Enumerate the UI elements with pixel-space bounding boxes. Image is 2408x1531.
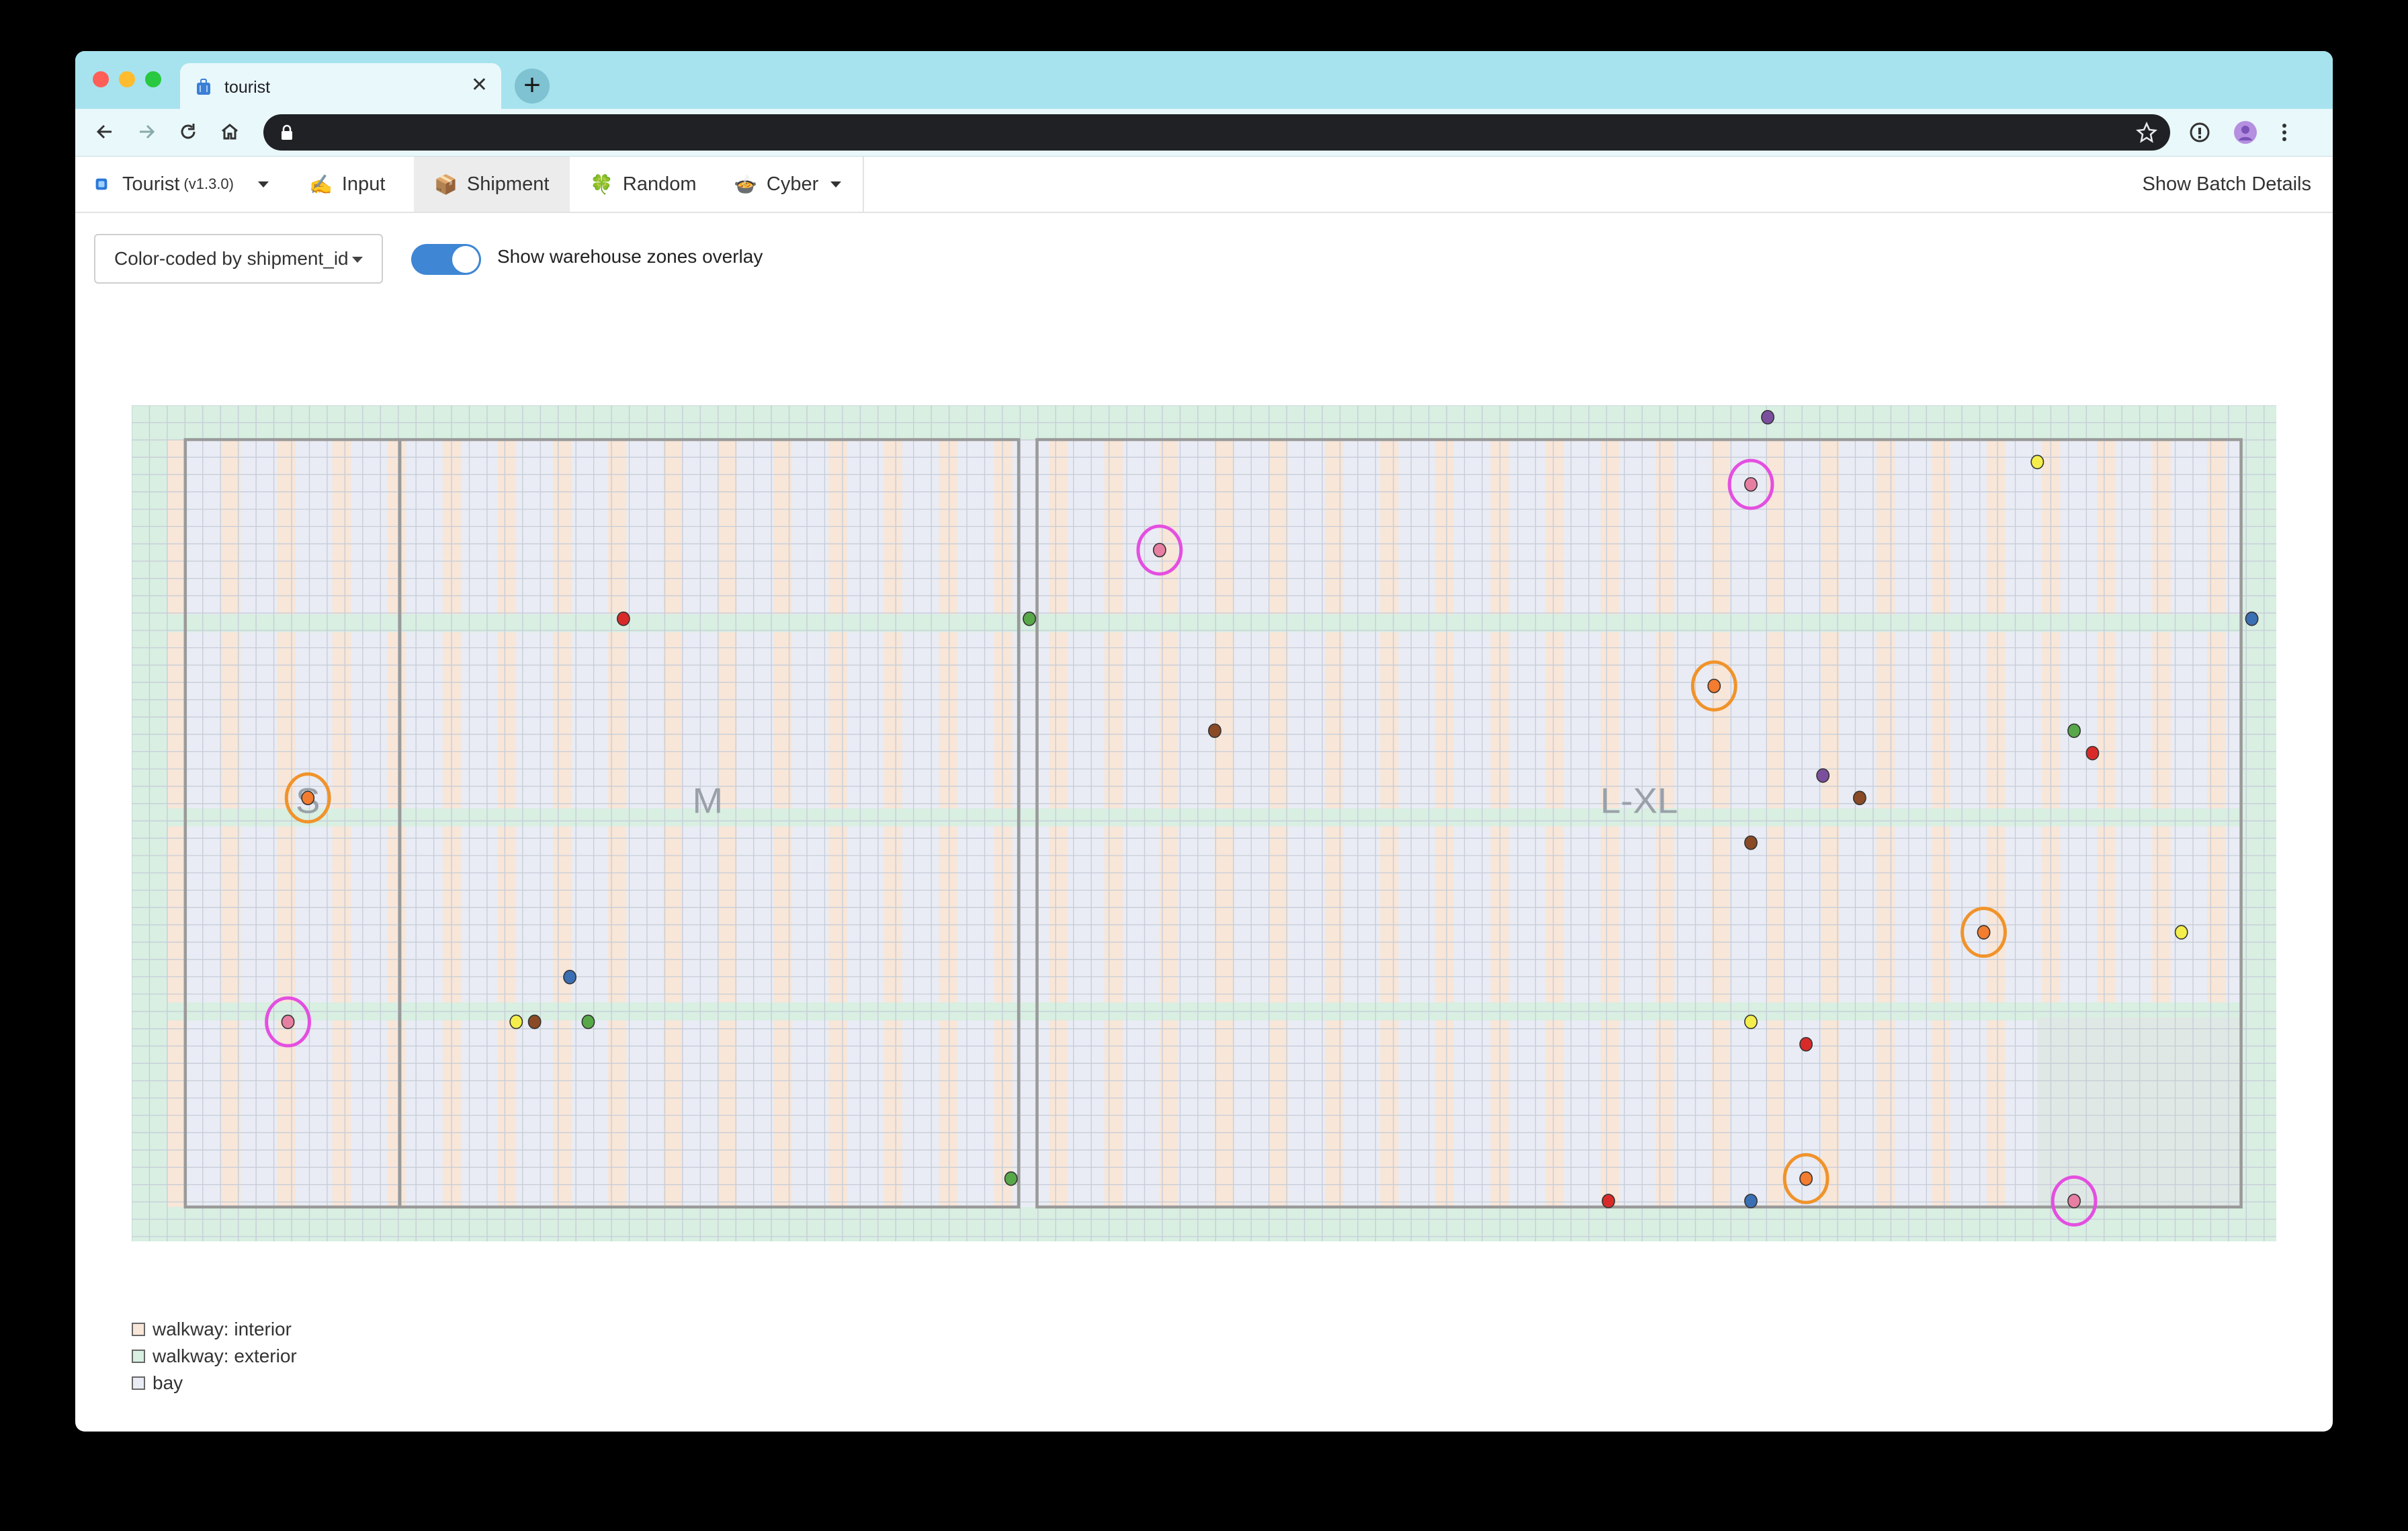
shipment-marker [616,611,630,626]
cross-walkway [167,808,2241,827]
cross-walkway [167,614,2241,632]
shipment-marker [527,1014,542,1030]
shipment-marker [2174,925,2188,940]
shipment-marker [2067,723,2081,739]
legend-swatch [132,1323,145,1336]
new-tab-button[interactable]: + [515,69,550,104]
shipment-marker [2245,611,2259,626]
window-zoom-button[interactable] [145,71,161,87]
shipment-marker [281,1014,295,1030]
shipment-marker [1799,1036,1813,1052]
lock-icon [282,124,292,140]
brand-label: Tourist [122,173,180,195]
legend-label: bay [153,1372,183,1393]
color-code-select[interactable]: Color-coded by shipment_id [94,234,383,284]
browser-tab[interactable]: tourist ✕ [180,63,501,109]
zone-label-lxl: L-XL [1600,781,1678,821]
warehouse-zones-toggle-label: Show warehouse zones overlay [497,246,763,267]
shipment-marker [1707,678,1721,694]
browser-window: tourist ✕ + Tourist (v1.3.0) ✍️ Input 📦 … [75,51,2333,1432]
shipment-marker [1023,611,1036,626]
shipment-marker [1799,1171,1813,1186]
shipment-marker [1852,790,1866,806]
shipment-marker [1744,1194,1758,1208]
clover-icon: 🍀 [590,173,613,195]
tab-random[interactable]: 🍀 Random [570,157,714,212]
extension-icon[interactable] [2186,119,2213,146]
warehouse-zones-toggle[interactable] [411,244,481,275]
chevron-down-icon [258,181,269,188]
app-logo-icon [95,178,108,190]
legend-swatch [132,1376,145,1390]
brand-version: (v1.3.0) [183,175,234,192]
tab-random-label: Random [622,173,697,195]
legend-item-interior: walkway: interior [132,1316,297,1343]
window-close-button[interactable] [93,71,109,87]
shipment-marker [1761,409,1774,425]
back-icon[interactable] [93,120,117,144]
map-legend: walkway: interior walkway: exterior bay [132,1316,297,1397]
address-bar[interactable] [263,114,2170,151]
tab-input-label: Input [341,173,386,195]
shipment-marker [1602,1194,1615,1208]
legend-label: walkway: interior [153,1319,292,1339]
shipment-marker [1152,542,1166,558]
chevron-down-icon [352,257,363,263]
shipment-marker [1744,477,1758,492]
shipment-marker [1004,1171,1018,1186]
shipment-marker [301,790,315,806]
zone-label-m: M [692,781,723,821]
color-code-select-value: Color-coded by shipment_id [114,248,349,269]
shipment-marker [563,970,576,985]
home-icon[interactable] [218,120,242,144]
tab-input[interactable]: ✍️ Input [289,157,414,212]
shipment-marker [1744,835,1758,850]
shipment-marker [1744,1014,1758,1030]
window-minimize-button[interactable] [119,71,135,87]
package-icon: 📦 [434,173,458,195]
reload-icon[interactable] [176,120,200,144]
warehouse-map[interactable]: S M L-XL [132,405,2276,1241]
legend-item-exterior: walkway: exterior [132,1343,297,1370]
star-icon[interactable] [2135,121,2158,144]
browser-toolbar [75,109,2333,157]
tab-cyber-label: Cyber [766,173,819,195]
shipment-marker [2030,454,2045,470]
shipment-marker [509,1014,523,1030]
tab-shipment-label: Shipment [466,173,550,195]
tab-shipment[interactable]: 📦 Shipment [414,157,570,212]
close-icon[interactable]: ✕ [471,75,488,95]
legend-item-bay: bay [132,1370,297,1397]
suitcase-icon [197,79,210,95]
shipment-marker [1816,768,1830,783]
shipment-marker [1977,925,1991,940]
shipment-marker [2067,1194,2081,1208]
walkway-bands [132,405,2276,1241]
pot-icon: 🍲 [734,173,757,195]
nav-brand-dropdown[interactable]: Tourist (v1.3.0) [75,157,289,212]
shipment-marker [1208,723,1221,739]
chevron-down-icon [830,181,842,188]
toggle-knob [452,246,479,273]
tab-cyber-dropdown[interactable]: 🍲 Cyber [714,157,864,212]
forward-icon[interactable] [134,120,159,144]
legend-swatch [132,1350,145,1363]
shipment-marker [2086,745,2100,761]
show-batch-details-link[interactable]: Show Batch Details [2143,157,2311,212]
shipment-marker [581,1014,595,1030]
app-navbar: Tourist (v1.3.0) ✍️ Input 📦 Shipment 🍀 R… [75,157,2333,213]
menu-icon[interactable] [2271,119,2298,146]
profile-icon[interactable] [2232,119,2259,146]
tab-strip: tourist ✕ + [75,51,2333,109]
legend-label: walkway: exterior [153,1346,297,1366]
writing-hand-icon: ✍️ [309,173,333,195]
tab-title: tourist [224,78,271,97]
